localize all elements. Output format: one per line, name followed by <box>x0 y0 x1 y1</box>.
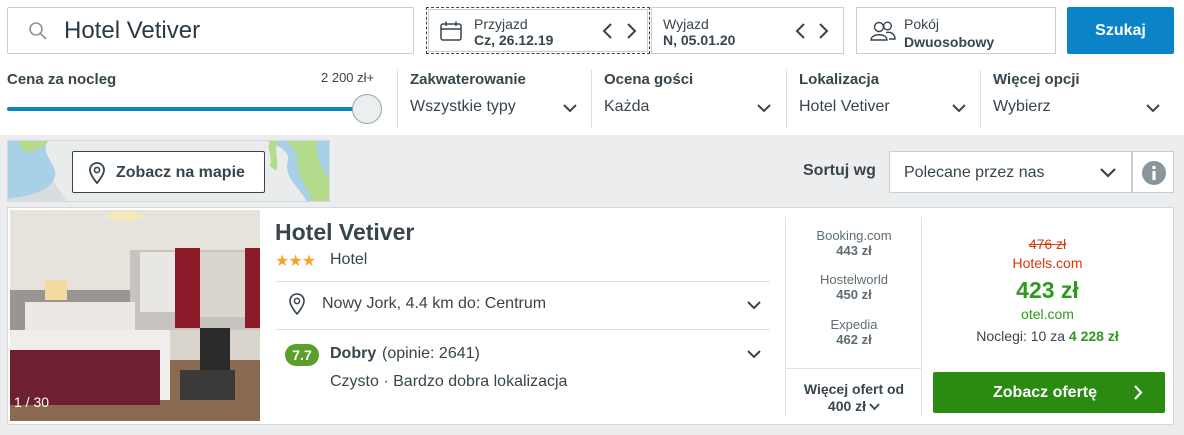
checkout-label: Wyjazd <box>663 16 709 32</box>
old-price-site: Hotels.com <box>1012 255 1083 271</box>
map-pin-icon <box>89 162 105 184</box>
view-map-button[interactable]: Zobacz na mapie <box>72 151 265 193</box>
divider <box>397 70 398 128</box>
price-filter-label: Cena za nocleg <box>7 71 117 88</box>
divider <box>275 329 770 330</box>
more-offers-line1: Więcej ofert od <box>803 381 905 397</box>
price-slider-handle[interactable] <box>352 94 382 124</box>
rating-description: Czysto · Bardzo dobra lokalizacja <box>330 373 568 390</box>
chevron-left-icon[interactable] <box>600 21 616 41</box>
provider-price: 443 zł <box>836 243 872 258</box>
chevron-right-icon[interactable] <box>815 21 831 41</box>
room-value: Dwuosobowy <box>904 34 995 50</box>
hotel-room-image <box>10 210 260 421</box>
chevron-down-icon <box>757 104 771 113</box>
chevron-down-icon <box>952 104 966 113</box>
accommodation-dropdown[interactable]: Wszystkie typy <box>405 92 585 124</box>
location-dropdown[interactable]: Hotel Vetiver <box>794 92 974 124</box>
more-options-dropdown[interactable]: Wybierz <box>988 92 1168 124</box>
divider <box>786 70 787 128</box>
view-deal-button[interactable]: Zobacz ofertę <box>933 372 1165 413</box>
provider-offer[interactable]: Hostelworld 450 zł <box>786 272 922 302</box>
star-rating: ★★★ <box>275 253 316 270</box>
search-icon <box>29 22 47 40</box>
checkin-value: Cz, 26.12.19 <box>474 32 554 48</box>
chevron-left-icon[interactable] <box>793 21 809 41</box>
rating-filter-value: Każda <box>604 98 650 115</box>
accommodation-value: Wszystkie typy <box>410 98 516 115</box>
chevron-down-icon <box>747 350 761 359</box>
accommodation-filter-label: Zakwaterowanie <box>410 71 526 88</box>
rating-dropdown[interactable]: Każda <box>599 92 779 124</box>
room-selector[interactable]: Pokój Dwuosobowy <box>856 7 1056 54</box>
room-label: Pokój <box>904 16 940 32</box>
provider-price: 450 zł <box>836 287 872 302</box>
guests-icon <box>870 21 896 41</box>
rating-count: (opinie: 2641) <box>382 345 480 362</box>
rating-filter-label: Ocena gości <box>604 71 694 88</box>
chevron-down-icon <box>1146 104 1160 113</box>
sort-dropdown[interactable]: Polecane przez nas <box>889 151 1132 193</box>
divider <box>921 217 922 417</box>
photo-counter: 1 / 30 <box>14 394 50 410</box>
divider <box>786 368 921 369</box>
info-icon <box>1142 161 1166 185</box>
divider <box>591 70 592 128</box>
more-offers-link[interactable]: Więcej ofert od 400 zł <box>790 381 918 415</box>
chevron-right-icon[interactable] <box>623 21 639 41</box>
chevron-down-icon <box>747 301 761 310</box>
chevron-right-icon <box>1134 385 1143 400</box>
provider-name: Expedia <box>830 317 878 332</box>
sort-value: Polecane przez nas <box>904 164 1045 181</box>
search-button[interactable]: Szukaj <box>1067 7 1174 54</box>
more-filter-value: Wybierz <box>993 98 1051 115</box>
rating-score-badge: 7.7 <box>285 344 319 366</box>
checkout-value: N, 05.01.20 <box>663 32 736 48</box>
provider-price: 462 zł <box>836 332 872 347</box>
provider-offer[interactable]: Expedia 462 zł <box>786 317 922 347</box>
info-button[interactable] <box>1132 151 1174 193</box>
hotel-location: Nowy Jork, 4.4 km do: Centrum <box>322 295 547 312</box>
chevron-down-icon <box>1100 168 1116 178</box>
search-input[interactable] <box>64 16 394 46</box>
old-price: 476 zł <box>1028 236 1067 252</box>
view-map-label: Zobacz na mapie <box>116 164 245 181</box>
price-max: 2 200 zł+ <box>321 70 375 85</box>
provider-offer[interactable]: Booking.com 443 zł <box>786 228 922 258</box>
hotel-name[interactable]: Hotel Vetiver <box>275 219 414 246</box>
rating-word: Dobry <box>330 345 377 362</box>
more-filter-label: Więcej opcji <box>993 71 1080 88</box>
checkin-label: Przyjazd <box>474 16 528 32</box>
hotel-type: Hotel <box>330 251 368 268</box>
calendar-icon <box>440 21 462 41</box>
location-filter-label: Lokalizacja <box>799 71 880 88</box>
sort-label: Sortuj wg <box>803 162 876 179</box>
view-deal-label: Zobacz ofertę <box>993 384 1098 401</box>
search-box[interactable] <box>7 7 414 54</box>
checkout-field[interactable]: Wyjazd N, 05.01.20 <box>651 7 844 54</box>
nights-total: Noclegi: 10 za 4 228 zł <box>925 328 1170 344</box>
price-slider-track[interactable] <box>7 107 367 111</box>
more-offers-price: 400 zł <box>827 398 867 414</box>
best-price[interactable]: 423 zł <box>925 277 1170 304</box>
nights-total-price: 4 228 zł <box>1068 328 1119 344</box>
chevron-down-icon <box>869 403 880 411</box>
map-pin-icon <box>289 293 305 315</box>
divider <box>980 70 981 128</box>
chevron-down-icon <box>563 104 577 113</box>
checkin-field[interactable]: Przyjazd Cz, 26.12.19 <box>426 7 650 54</box>
divider <box>275 281 770 282</box>
nights-prefix: Noclegi: 10 za <box>976 328 1065 344</box>
provider-name: Hostelworld <box>820 272 888 287</box>
best-price-site: otel.com <box>1021 306 1074 322</box>
provider-name: Booking.com <box>816 228 892 243</box>
location-filter-value: Hotel Vetiver <box>799 98 890 115</box>
hotel-photo[interactable] <box>10 210 260 421</box>
